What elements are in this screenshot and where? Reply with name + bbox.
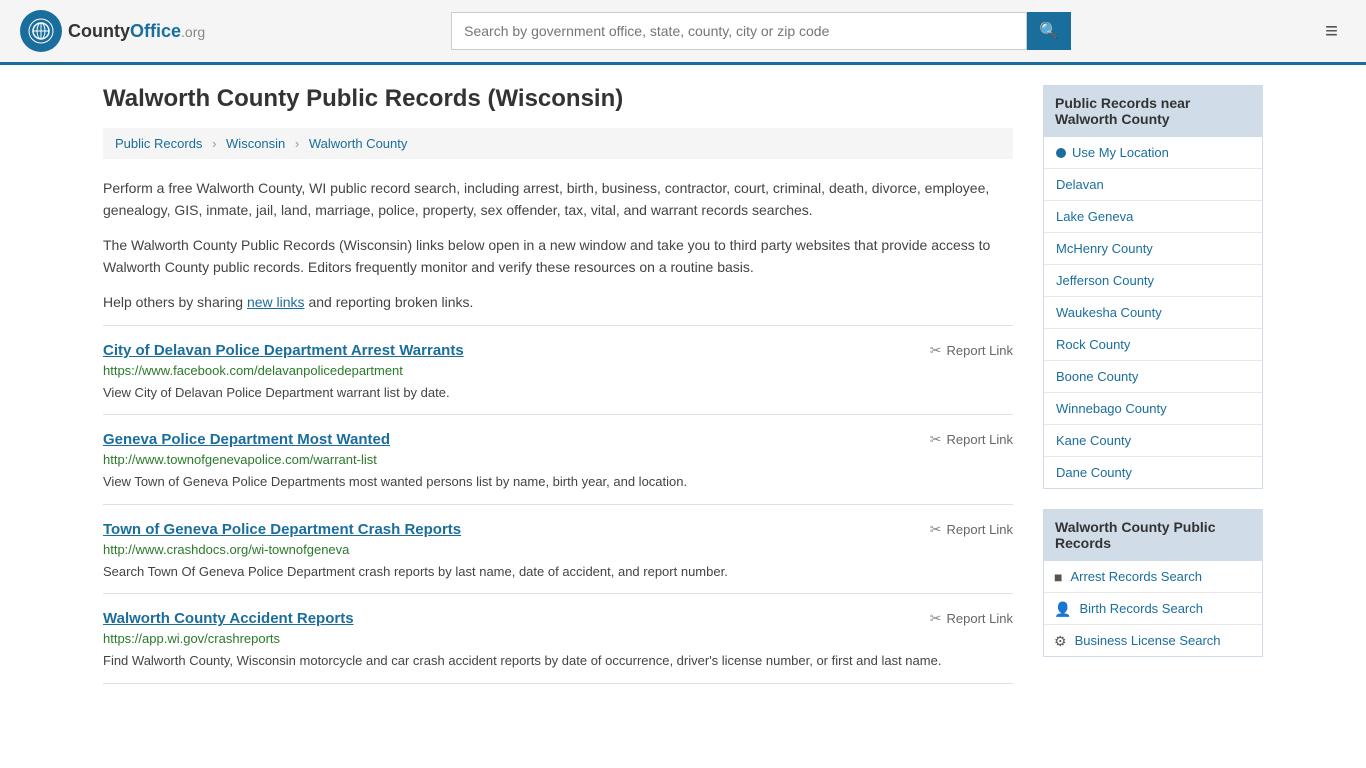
- menu-button[interactable]: ≡: [1317, 14, 1346, 48]
- logo-text: CountyOffice.org: [68, 21, 205, 42]
- record-entry: Town of Geneva Police Department Crash R…: [103, 504, 1013, 594]
- report-icon: ✂: [930, 431, 942, 448]
- report-link-button[interactable]: ✂ Report Link: [930, 521, 1013, 538]
- breadcrumb-sep-1: ›: [212, 136, 216, 151]
- report-icon: ✂: [930, 521, 942, 538]
- nearby-place-link[interactable]: Winnebago County: [1056, 401, 1167, 416]
- use-location-item[interactable]: Use My Location: [1044, 137, 1262, 169]
- nearby-place-item[interactable]: Delavan: [1044, 169, 1262, 201]
- nearby-place-link[interactable]: Delavan: [1056, 177, 1104, 192]
- record-title[interactable]: Town of Geneva Police Department Crash R…: [103, 521, 461, 538]
- nearby-place-item[interactable]: Rock County: [1044, 329, 1262, 361]
- desc3-pre: Help others by sharing: [103, 294, 247, 310]
- record-header: City of Delavan Police Department Arrest…: [103, 342, 1013, 359]
- record-url: http://www.crashdocs.org/wi-townofgeneva: [103, 542, 1013, 557]
- sidebar: Public Records near Walworth County Use …: [1043, 85, 1263, 684]
- nearby-place-link[interactable]: Waukesha County: [1056, 305, 1162, 320]
- sidebar-record-item[interactable]: 👤 Birth Records Search: [1044, 593, 1262, 625]
- nearby-place-item[interactable]: Lake Geneva: [1044, 201, 1262, 233]
- logo-area: CountyOffice.org: [20, 10, 205, 52]
- breadcrumb-public-records[interactable]: Public Records: [115, 136, 202, 151]
- record-description: Find Walworth County, Wisconsin motorcyc…: [103, 651, 1013, 671]
- search-button[interactable]: 🔍: [1027, 12, 1071, 50]
- record-description: View Town of Geneva Police Departments m…: [103, 472, 1013, 492]
- breadcrumb-sep-2: ›: [295, 136, 299, 151]
- report-label: Report Link: [947, 432, 1013, 447]
- search-icon: 🔍: [1039, 23, 1059, 40]
- use-location-link[interactable]: Use My Location: [1072, 145, 1169, 160]
- nearby-place-link[interactable]: McHenry County: [1056, 241, 1153, 256]
- record-entry: Walworth County Accident Reports ✂ Repor…: [103, 593, 1013, 684]
- record-title[interactable]: City of Delavan Police Department Arrest…: [103, 342, 464, 359]
- report-link-button[interactable]: ✂ Report Link: [930, 431, 1013, 448]
- record-url: https://app.wi.gov/crashreports: [103, 631, 1013, 646]
- record-type-icon: ⚙: [1054, 634, 1067, 648]
- nearby-place-link[interactable]: Jefferson County: [1056, 273, 1154, 288]
- content-area: Walworth County Public Records (Wisconsi…: [103, 85, 1013, 684]
- record-entry: Geneva Police Department Most Wanted ✂ R…: [103, 414, 1013, 504]
- sidebar-records-header: Walworth County Public Records: [1043, 509, 1263, 561]
- record-title[interactable]: Geneva Police Department Most Wanted: [103, 431, 390, 448]
- search-area: 🔍: [451, 12, 1071, 50]
- report-icon: ✂: [930, 610, 942, 627]
- nearby-place-item[interactable]: Boone County: [1044, 361, 1262, 393]
- record-url: http://www.townofgenevapolice.com/warran…: [103, 452, 1013, 467]
- record-type-icon: ■: [1054, 570, 1062, 584]
- record-header: Geneva Police Department Most Wanted ✂ R…: [103, 431, 1013, 448]
- nearby-place-link[interactable]: Kane County: [1056, 433, 1131, 448]
- records-section: Walworth County Public Records ■ Arrest R…: [1043, 509, 1263, 657]
- menu-icon: ≡: [1325, 18, 1338, 43]
- records-container: City of Delavan Police Department Arrest…: [103, 325, 1013, 684]
- main-container: Walworth County Public Records (Wisconsi…: [83, 65, 1283, 704]
- description-3: Help others by sharing new links and rep…: [103, 291, 1013, 313]
- report-label: Report Link: [947, 611, 1013, 626]
- nearby-list: Use My Location Delavan Lake Geneva McHenr…: [1043, 137, 1263, 489]
- nearby-place-item[interactable]: Kane County: [1044, 425, 1262, 457]
- nearby-place-item[interactable]: Waukesha County: [1044, 297, 1262, 329]
- nearby-place-link[interactable]: Rock County: [1056, 337, 1130, 352]
- description-2: The Walworth County Public Records (Wisc…: [103, 234, 1013, 279]
- breadcrumb: Public Records › Wisconsin › Walworth Co…: [103, 128, 1013, 159]
- page-title: Walworth County Public Records (Wisconsi…: [103, 85, 1013, 113]
- new-links-link[interactable]: new links: [247, 294, 305, 310]
- record-type-icon: 👤: [1054, 602, 1071, 616]
- report-link-button[interactable]: ✂ Report Link: [930, 610, 1013, 627]
- sidebar-record-link[interactable]: Business License Search: [1075, 633, 1221, 648]
- nearby-place-link[interactable]: Boone County: [1056, 369, 1138, 384]
- record-header: Walworth County Accident Reports ✂ Repor…: [103, 610, 1013, 627]
- nearby-place-item[interactable]: Winnebago County: [1044, 393, 1262, 425]
- search-input[interactable]: [451, 12, 1027, 50]
- report-label: Report Link: [947, 343, 1013, 358]
- sidebar-record-item[interactable]: ■ Arrest Records Search: [1044, 561, 1262, 593]
- record-entry: City of Delavan Police Department Arrest…: [103, 325, 1013, 415]
- logo-icon: [20, 10, 62, 52]
- desc3-post: and reporting broken links.: [305, 294, 474, 310]
- report-icon: ✂: [930, 342, 942, 359]
- report-label: Report Link: [947, 522, 1013, 537]
- breadcrumb-walworth[interactable]: Walworth County: [309, 136, 408, 151]
- sidebar-record-item[interactable]: ⚙ Business License Search: [1044, 625, 1262, 656]
- nearby-place-link[interactable]: Lake Geneva: [1056, 209, 1133, 224]
- sidebar-record-link[interactable]: Birth Records Search: [1079, 601, 1203, 616]
- nearby-place-item[interactable]: Dane County: [1044, 457, 1262, 488]
- record-description: Search Town Of Geneva Police Department …: [103, 562, 1013, 582]
- description-1: Perform a free Walworth County, WI publi…: [103, 177, 1013, 222]
- nearby-place-item[interactable]: Jefferson County: [1044, 265, 1262, 297]
- sidebar-records-list: ■ Arrest Records Search 👤 Birth Records Sea…: [1043, 561, 1263, 657]
- nearby-place-item[interactable]: McHenry County: [1044, 233, 1262, 265]
- location-dot-icon: [1056, 148, 1066, 158]
- record-description: View City of Delavan Police Department w…: [103, 383, 1013, 403]
- report-link-button[interactable]: ✂ Report Link: [930, 342, 1013, 359]
- site-header: CountyOffice.org 🔍 ≡: [0, 0, 1366, 65]
- sidebar-record-link[interactable]: Arrest Records Search: [1070, 569, 1202, 584]
- nearby-section: Public Records near Walworth County Use …: [1043, 85, 1263, 489]
- nearby-place-link[interactable]: Dane County: [1056, 465, 1132, 480]
- record-header: Town of Geneva Police Department Crash R…: [103, 521, 1013, 538]
- record-url: https://www.facebook.com/delavanpolicede…: [103, 363, 1013, 378]
- record-title[interactable]: Walworth County Accident Reports: [103, 610, 354, 627]
- nearby-header: Public Records near Walworth County: [1043, 85, 1263, 137]
- breadcrumb-wisconsin[interactable]: Wisconsin: [226, 136, 285, 151]
